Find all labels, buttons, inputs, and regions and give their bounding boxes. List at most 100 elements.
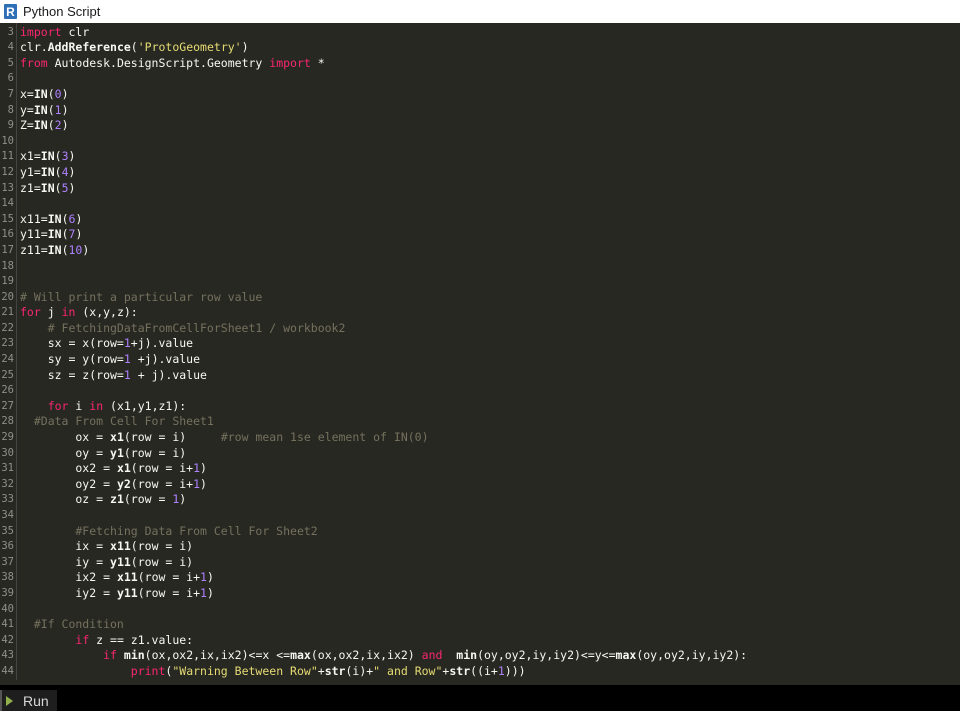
code-token: clr. [20,40,48,55]
code-token: (row = i) [123,445,187,460]
code-token: (row = i) [123,430,221,445]
line-number: 31 [0,461,17,477]
code-token: ox2 = [20,461,117,476]
code-token: x1 [110,430,124,445]
code-token: sz = z(row= [20,367,124,382]
code-line[interactable]: 44 print("Warning Between Row"+str(i)+" … [0,663,747,680]
code-line[interactable]: 18 [0,258,747,275]
code-text: for j in (x,y,z): [20,305,138,321]
code-token: 0 [54,86,62,101]
code-line[interactable]: 24 sy = y(row=1 +j).value [0,352,747,368]
code-line[interactable]: 41 #If Condition [0,617,747,633]
code-line[interactable]: 7 x=IN(0) [0,86,747,103]
code-line[interactable]: 33 oz = z1(row = 1) [0,492,747,508]
code-token: sy = y(row= [20,352,124,367]
code-line[interactable]: 38 ix2 = x11(row = i+1) [0,570,747,586]
code-text: ix = x11(row = i) [20,539,193,555]
code-line[interactable]: 6 [0,71,747,87]
code-line[interactable]: 30 oy = y1(row = i) [0,445,747,462]
code-token: z1= [20,180,41,195]
code-token: ) [61,118,69,133]
code-token: z1 [110,492,124,507]
code-line[interactable]: 37 iy = y11(row = i) [0,554,747,571]
code-lines: 2import sys3import clr4clr.AddReference(… [0,23,747,680]
code-line[interactable]: 29 ox = x1(row = i) #row mean 1se elemen… [0,430,747,446]
code-token: import [269,55,311,70]
code-token: y= [20,102,34,117]
code-line[interactable]: 17 z11=IN(10) [0,242,747,259]
code-editor[interactable]: 2import sys3import clr4clr.AddReference(… [0,23,960,685]
code-token: ) [75,227,83,242]
code-line[interactable]: 32 oy2 = y2(row = i+1) [0,476,747,493]
line-number: 11 [0,149,17,165]
line-number: 12 [0,164,17,181]
run-button[interactable]: Run [0,690,57,711]
code-token: (ox,ox2,ix,ix2)<=x <= [144,648,291,663]
code-line[interactable]: 25 sz = z(row=1 + j).value [0,367,747,384]
code-token: AddReference [47,40,131,55]
code-token: ox = [20,430,111,445]
code-token: IN [33,118,48,133]
code-token: ( [54,149,62,164]
code-token: 10 [68,242,83,257]
code-line[interactable]: 5 from Autodesk.DesignScript.Geometry imp… [0,55,747,72]
code-token: ) [200,461,207,476]
code-text: oy = y1(row = i) [20,446,186,462]
code-token: ( [130,40,138,55]
code-line[interactable]: 36 ix = x11(row = i) [0,539,747,555]
code-line[interactable]: 12 y1=IN(4) [0,164,747,181]
code-token: + [317,663,325,678]
code-text: # Will print a particular row value [20,290,262,306]
code-line[interactable]: 39 iy2 = y11(row = i+1) [0,585,747,602]
code-line[interactable]: 34 [0,508,747,524]
line-number: 36 [0,539,17,555]
code-token: import [20,24,62,39]
code-token: x11= [20,211,48,226]
code-line[interactable]: 23 sx = x(row=1+j).value [0,336,747,353]
code-token: 1 [193,476,201,491]
code-line[interactable]: 10 [0,133,747,150]
code-token: ) [82,242,90,257]
code-line[interactable]: 27 for i in (x1,y1,z1): [0,398,747,415]
code-line[interactable]: 42 if z == z1.value: [0,632,747,649]
code-line[interactable]: 28 #Data From Cell For Sheet1 [0,414,747,431]
code-token: (row = i) [130,539,194,554]
code-line[interactable]: 19 [0,274,747,290]
code-line[interactable]: 8 y=IN(1) [0,102,747,119]
code-token: (row = i+ [130,461,194,476]
code-line[interactable]: 14 [0,196,747,212]
code-line[interactable]: 13 z1=IN(5) [0,180,747,197]
code-line[interactable]: 15 x11=IN(6) [0,211,747,228]
line-number: 32 [0,476,17,493]
code-token: ) [206,585,214,600]
code-line[interactable]: 3 import clr [0,24,747,41]
code-line[interactable]: 9 Z=IN(2) [0,118,747,134]
code-token: IN [40,164,55,179]
code-token: str [324,663,346,678]
code-token: ) [75,211,83,226]
code-token: if [75,632,90,647]
code-line[interactable]: 35 #Fetching Data From Cell For Sheet2 [0,523,747,540]
code-line[interactable]: 21 for j in (x,y,z): [0,305,747,321]
code-text: import clr [20,25,89,41]
code-line[interactable]: 11 x1=IN(3) [0,149,747,165]
line-number: 27 [0,398,17,415]
code-line[interactable]: 20 # Will print a particular row value [0,289,747,306]
code-token: print [130,663,166,678]
code-token: oz = [20,492,111,507]
code-line[interactable]: 16 y11=IN(7) [0,227,747,243]
code-line[interactable]: 4 clr.AddReference('ProtoGeometry') [0,40,747,56]
run-bar: Run [0,685,960,711]
line-number: 19 [0,274,17,290]
line-number: 37 [0,554,17,571]
line-number: 18 [0,258,17,275]
code-line[interactable]: 22 # FetchingDataFromCellForSheet1 / wor… [0,320,747,337]
code-line[interactable]: 26 [0,383,747,399]
code-text: iy2 = y11(row = i+1) [20,586,214,602]
code-line[interactable]: 43 if min(ox,ox2,ix,ix2)<=x <=max(ox,ox2… [0,648,747,664]
code-line[interactable]: 40 [0,601,747,618]
code-token: #row mean 1se element of IN(0) [220,430,429,445]
code-line[interactable]: 31 ox2 = x1(row = i+1) [0,461,747,477]
code-token: IN [40,180,55,195]
